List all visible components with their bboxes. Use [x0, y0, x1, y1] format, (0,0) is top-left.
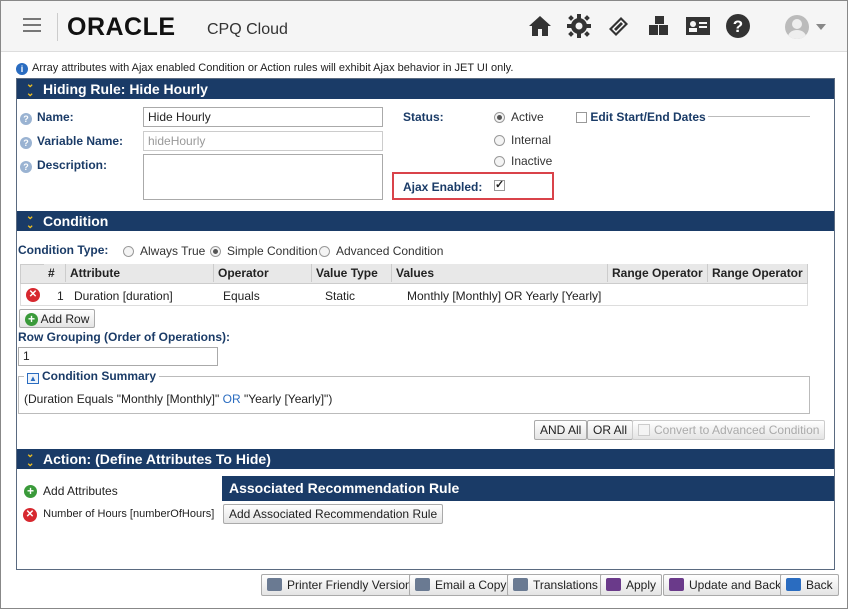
action-header[interactable]: ⌄ ⌄ Action: (Define Attributes To Hide) [17, 449, 834, 469]
checkbox-icon[interactable] [576, 112, 587, 123]
svg-text:?: ? [733, 17, 743, 36]
header-divider [57, 13, 58, 41]
divider-line [708, 116, 810, 117]
email-copy-button[interactable]: Email a Copy [409, 574, 513, 596]
always-true-radio[interactable]: Always True [123, 244, 205, 258]
row-values[interactable]: Monthly [Monthly] OR Yearly [Yearly] [407, 288, 601, 304]
name-label: ? Name: [20, 110, 74, 125]
contact-card-icon[interactable] [685, 13, 711, 39]
back-arrow-icon [786, 578, 801, 591]
radio-selected-icon[interactable] [210, 246, 221, 257]
edit-dates-checkbox[interactable]: Edit Start/End Dates [576, 110, 706, 124]
app-header: ORACLE CPQ Cloud ? [1, 1, 847, 52]
home-icon[interactable] [527, 13, 553, 39]
hiding-rule-header[interactable]: ⌄ ⌄ Hiding Rule: Hide Hourly [17, 79, 834, 99]
collapse-chevron-icon[interactable]: ⌄ ⌄ [26, 450, 34, 469]
collapse-chevron-icon[interactable]: ⌄ ⌄ [26, 212, 34, 231]
advanced-condition-radio[interactable]: Advanced Condition [319, 244, 443, 258]
info-message: i Array attributes with Ajax enabled Cond… [16, 62, 513, 75]
column-header-range-operator: Range Operator [608, 264, 708, 282]
column-header-number: # [44, 264, 66, 282]
radio-selected-icon[interactable] [494, 112, 505, 123]
save-icon [606, 578, 621, 591]
save-icon [669, 578, 684, 591]
row-operator[interactable]: Equals [223, 288, 260, 304]
add-attributes-link[interactable]: + Add Attributes [24, 484, 118, 498]
column-header-operator: Operator [214, 264, 312, 282]
associated-rule-header: Associated Recommendation Rule [222, 476, 834, 501]
chevron-down-icon[interactable] [816, 24, 826, 30]
row-attribute[interactable]: Duration [duration] [74, 288, 173, 304]
status-internal-radio[interactable]: Internal [494, 133, 551, 147]
status-label: Status: [403, 110, 444, 124]
radio-icon[interactable] [319, 246, 330, 257]
condition-summary-text: (Duration Equals "Monthly [Monthly]" OR … [24, 392, 333, 406]
variable-name-label: ? Variable Name: [20, 134, 123, 149]
translations-icon [513, 578, 528, 591]
and-all-button[interactable]: AND All [534, 420, 588, 440]
printer-friendly-button[interactable]: Printer Friendly Version [261, 574, 418, 596]
attribute-list-item: ✕ Number of Hours [numberOfHours] [23, 508, 219, 522]
collapse-up-icon[interactable]: ▲ [27, 373, 39, 384]
modules-icon[interactable] [646, 13, 672, 39]
column-header-range-operator-2: Range Operator [708, 264, 807, 282]
radio-icon[interactable] [494, 156, 505, 167]
row-value-type[interactable]: Static [325, 288, 355, 304]
column-header-values: Values [392, 264, 608, 282]
info-icon: i [16, 63, 28, 75]
add-icon: + [25, 313, 38, 326]
add-icon: + [24, 485, 37, 498]
printer-icon [267, 578, 282, 591]
help-icon[interactable]: ? [20, 113, 32, 125]
oracle-logo: ORACLE [67, 13, 176, 41]
radio-icon[interactable] [123, 246, 134, 257]
gear-icon[interactable] [566, 13, 592, 39]
translations-button[interactable]: Translations [507, 574, 604, 596]
remove-attribute-icon[interactable]: ✕ [23, 508, 37, 522]
simple-condition-radio[interactable]: Simple Condition [210, 244, 318, 258]
condition-header[interactable]: ⌄ ⌄ Condition [17, 211, 834, 231]
convert-icon [638, 424, 650, 436]
help-icon[interactable]: ? [20, 161, 32, 173]
radio-icon[interactable] [494, 135, 505, 146]
email-icon [415, 578, 430, 591]
condition-summary-toggle[interactable]: ▲ Condition Summary [24, 369, 160, 384]
delete-row-icon[interactable]: ✕ [26, 288, 40, 302]
menu-icon[interactable] [23, 18, 41, 36]
highlight-box [392, 172, 554, 200]
row-grouping-input[interactable]: 1 [18, 347, 218, 366]
name-input[interactable]: Hide Hourly [143, 107, 383, 127]
description-label: ? Description: [20, 158, 107, 173]
user-avatar-icon[interactable] [785, 15, 809, 39]
status-active-radio[interactable]: Active [494, 110, 544, 124]
condition-title: Condition [43, 213, 109, 229]
add-row-button[interactable]: + Add Row [19, 309, 96, 328]
apply-button[interactable]: Apply [600, 574, 663, 596]
column-header-value-type: Value Type [312, 264, 392, 282]
info-message-text: Array attributes with Ajax enabled Condi… [32, 62, 514, 74]
or-keyword: OR [222, 392, 241, 406]
hiding-rule-title: Hiding Rule: Hide Hourly [43, 81, 208, 97]
product-name: CPQ Cloud [207, 21, 288, 38]
action-title: Action: (Define Attributes To Hide) [43, 451, 271, 467]
collapse-chevron-icon[interactable]: ⌄ ⌄ [26, 80, 34, 99]
update-and-back-button[interactable]: Update and Back [663, 574, 788, 596]
or-all-button[interactable]: OR All [587, 420, 634, 440]
column-header-attribute: Attribute [66, 264, 214, 282]
help-icon[interactable]: ? [725, 13, 751, 39]
back-button[interactable]: Back [780, 574, 839, 596]
row-grouping-label: Row Grouping (Order of Operations): [18, 330, 230, 344]
variable-name-input: hideHourly [143, 131, 383, 151]
help-icon[interactable]: ? [20, 137, 32, 149]
tools-icon[interactable] [606, 13, 632, 39]
description-textarea[interactable] [143, 154, 383, 200]
convert-advanced-button: Convert to Advanced Condition [632, 420, 826, 440]
status-inactive-radio[interactable]: Inactive [494, 154, 552, 168]
row-number: 1 [57, 289, 64, 303]
add-associated-rule-button[interactable]: Add Associated Recommendation Rule [223, 504, 444, 524]
condition-type-label: Condition Type: [18, 243, 109, 257]
